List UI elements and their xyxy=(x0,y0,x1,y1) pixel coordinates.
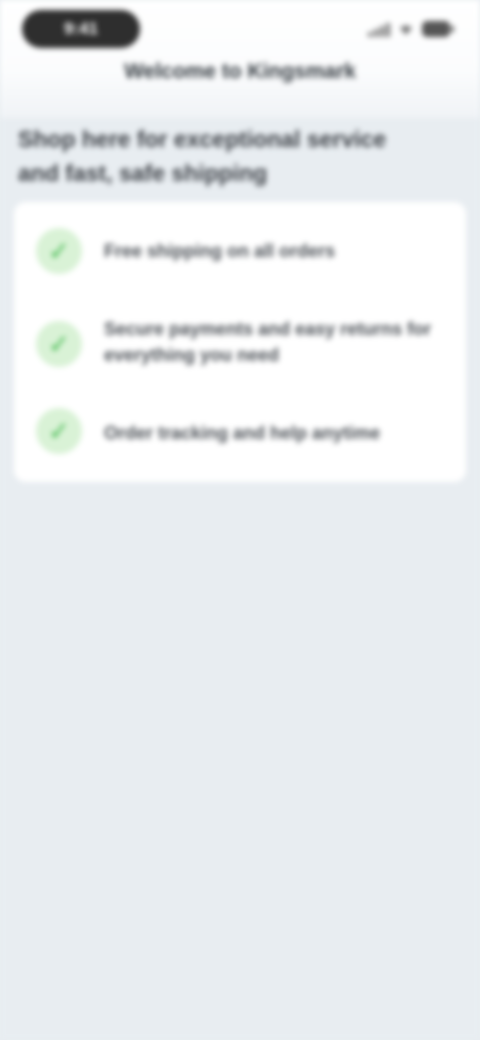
benefits-card: ✓ Free shipping on all orders ✓ Secure p… xyxy=(14,202,466,482)
battery-icon xyxy=(422,21,454,37)
check-icon: ✓ xyxy=(36,408,82,454)
status-time: 9:41 xyxy=(63,19,99,38)
list-item: ✓ Free shipping on all orders xyxy=(14,226,466,276)
status-time-pill: 9:41 xyxy=(22,10,140,48)
nav-bar: Welcome to Kingsmark xyxy=(0,56,480,96)
status-icons xyxy=(368,18,454,40)
page-title: Welcome to Kingsmark xyxy=(124,60,356,83)
status-bar: 9:41 xyxy=(0,0,480,56)
check-icon: ✓ xyxy=(36,228,82,274)
benefit-label: Order tracking and help anytime xyxy=(104,423,381,443)
app-screen: 9:41 Welcome to Kingsmark Shop here for … xyxy=(0,0,480,1040)
signal-icon xyxy=(368,21,390,37)
header-area: 9:41 Welcome to Kingsmark xyxy=(0,0,480,118)
list-item: ✓ Secure payments and easy returns for e… xyxy=(14,314,466,374)
check-icon: ✓ xyxy=(36,321,82,367)
intro-text: Shop here for exceptional service and fa… xyxy=(18,126,387,186)
list-item: ✓ Order tracking and help anytime xyxy=(14,406,466,456)
benefit-label: Secure payments and easy returns for eve… xyxy=(104,319,432,365)
wifi-icon xyxy=(400,25,412,35)
benefit-label: Free shipping on all orders xyxy=(104,241,336,261)
